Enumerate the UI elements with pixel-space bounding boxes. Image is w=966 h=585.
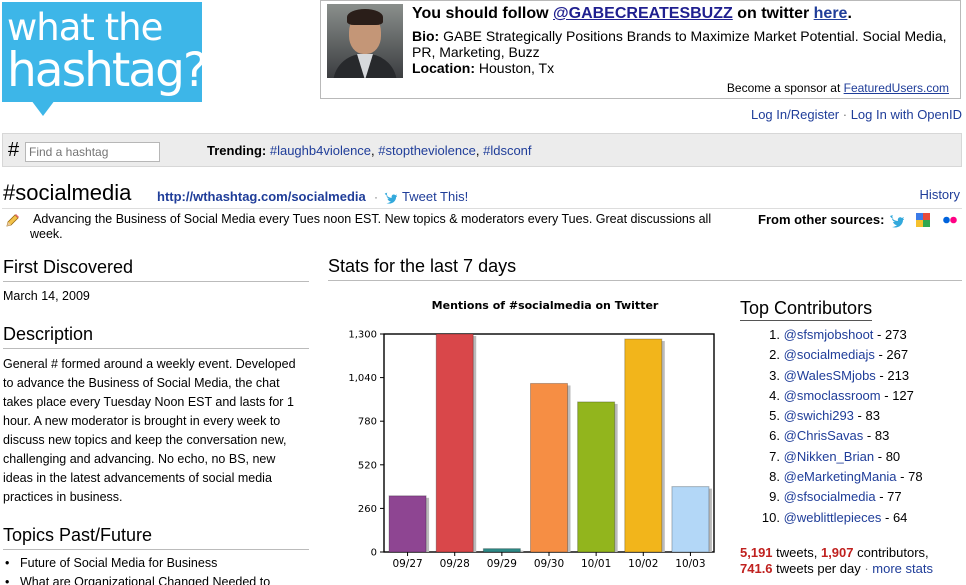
description-heading: Description	[3, 324, 309, 349]
auth-links: Log In/Register · Log In with OpenID	[750, 107, 962, 122]
list-item: 6. @ChrisSavas - 83	[769, 428, 890, 444]
top-contributors-heading: Top Contributors	[740, 298, 873, 321]
list-item: 2. @socialmediajs - 267	[769, 347, 909, 363]
contributor-link[interactable]: @smoclassroom	[784, 388, 881, 403]
total-contributors: 1,907	[820, 545, 854, 560]
y-tick-label: 780	[358, 417, 377, 428]
hashtag-short-description: Advancing the Business of Social Media e…	[30, 212, 712, 241]
trending-item[interactable]: #stoptheviolence	[378, 143, 476, 158]
sponsor-avatar[interactable]	[327, 4, 403, 78]
sponsor-here-link[interactable]: here	[814, 5, 848, 22]
contributor-link[interactable]: @sfsmjobshoot	[784, 327, 874, 342]
flickr-source-icon[interactable]	[942, 212, 958, 228]
x-tick-label: 10/02	[628, 558, 658, 570]
mentions-bar-chart: 0 260 520 780 1,040 1,300 09/27 09/28 09/29 09/30…	[348, 330, 715, 570]
site-logo[interactable]: what the hashtag?!	[2, 2, 225, 102]
logo-speech-tail	[31, 100, 55, 116]
y-tick-label: 1,040	[348, 373, 377, 384]
x-tick-label: 09/28	[440, 558, 470, 570]
openid-login-link[interactable]: Log In with OpenID	[851, 107, 962, 122]
contributor-link[interactable]: @Nikken_Brian	[784, 449, 875, 464]
y-tick-label: 1,300	[348, 330, 377, 341]
list-item: 9. @sfsocialmedia - 77	[769, 489, 902, 505]
bar	[435, 333, 474, 553]
list-item: 8. @eMarketingMania - 78	[769, 469, 923, 485]
contributor-link[interactable]: @weblittlepieces	[784, 510, 882, 525]
x-tick-label: 10/03	[675, 558, 705, 570]
sponsor-bio: Bio: GABE Strategically Positions Brands…	[412, 28, 947, 60]
chart-title: Mentions of #socialmedia on Twitter	[431, 299, 659, 312]
list-item: 3. @WalesSMjobs - 213	[769, 367, 910, 383]
y-tick-label: 260	[358, 504, 377, 515]
trending-item[interactable]: #laughb4violence	[270, 143, 371, 158]
topics-heading: Topics Past/Future	[3, 525, 309, 550]
total-tweets: 5,191	[740, 545, 773, 560]
pencil-edit-icon[interactable]	[4, 213, 20, 229]
hashtag-search-input[interactable]	[25, 142, 160, 162]
contributor-link[interactable]: @sfsocialmedia	[784, 489, 876, 504]
featured-users-link[interactable]: FeaturedUsers.com	[844, 81, 949, 95]
tweets-per-day: 741.6	[740, 561, 773, 576]
sponsor-handle-link[interactable]: @GABECREATESBUZZ	[553, 5, 733, 22]
logo-line-2: hashtag?!	[7, 43, 225, 98]
hash-icon: #	[8, 139, 20, 161]
login-register-link[interactable]: Log In/Register	[751, 107, 839, 122]
divider	[2, 208, 962, 209]
bar	[671, 486, 710, 553]
y-tick-label: 520	[358, 460, 377, 471]
contributor-link[interactable]: @ChrisSavas	[784, 428, 864, 443]
x-tick-label: 09/29	[487, 558, 517, 570]
topics-list: Future of Social Media for Business What…	[3, 554, 270, 585]
list-item: 4. @smoclassroom - 127	[769, 387, 914, 403]
twitter-source-icon[interactable]	[888, 212, 904, 228]
contributor-link[interactable]: @eMarketingMania	[784, 469, 897, 484]
trending-item[interactable]: #ldsconf	[483, 143, 531, 158]
bar	[530, 382, 568, 553]
top-contributors-list: 1. @sfsmjobshoot - 273 2. @socialmediajs…	[750, 325, 923, 528]
list-item: Future of Social Media for Business	[3, 554, 270, 573]
list-item: 7. @Nikken_Brian - 80	[769, 448, 901, 464]
first-discovered-heading: First Discovered	[3, 257, 309, 282]
x-tick-label: 10/01	[581, 558, 611, 570]
list-item: 1. @sfsmjobshoot - 273	[769, 327, 907, 342]
more-stats-link[interactable]: more stats	[872, 561, 933, 576]
bar	[624, 338, 663, 553]
description-text: General # formed around a weekly event. …	[3, 357, 296, 504]
y-tick-label: 0	[371, 548, 377, 559]
trending-list: Trending: #laughb4violence, #stoptheviol…	[207, 143, 532, 158]
x-tick-label: 09/27	[392, 558, 422, 570]
contributor-link[interactable]: @socialmediajs	[784, 347, 875, 362]
logo-line-1: what the	[7, 6, 163, 49]
bar	[577, 401, 616, 553]
tweet-this-link[interactable]: Tweet This!	[402, 189, 468, 204]
stats-summary: 5,191 tweets, 1,907 contributors, 741.6 …	[740, 545, 933, 576]
sponsor-location: Location: Houston, Tx	[412, 60, 555, 76]
list-item: 10. @weblittlepieces - 64	[761, 509, 908, 525]
bar	[388, 495, 427, 553]
list-item: What are Organizational Changed Needed t…	[3, 573, 270, 585]
stats-heading: Stats for the last 7 days	[328, 256, 962, 281]
first-discovered-date: March 14, 2009	[3, 289, 90, 303]
sponsor-headline: You should follow @GABECREATESBUZZ on tw…	[412, 5, 852, 22]
twitter-bird-icon[interactable]	[383, 190, 397, 204]
contributor-link[interactable]: @swichi293	[784, 408, 854, 423]
other-sources-label: From other sources:	[758, 212, 885, 227]
search-bar: # Trending: #laughb4violence, #stopthevi…	[2, 133, 962, 167]
bar	[482, 548, 521, 553]
separator: ·	[374, 190, 378, 204]
sponsor-box: You should follow @GABECREATESBUZZ on tw…	[320, 0, 961, 99]
hashtag-permalink[interactable]: http://wthashtag.com/socialmedia	[157, 189, 366, 204]
hashtag-title: #socialmedia	[3, 180, 132, 205]
google-source-icon[interactable]	[915, 212, 931, 228]
sponsor-footer: Become a sponsor at FeaturedUsers.com	[726, 81, 949, 95]
list-item: 5. @swichi293 - 83	[769, 408, 880, 424]
x-tick-label: 09/30	[534, 558, 564, 570]
contributor-link[interactable]: @WalesSMjobs	[784, 368, 876, 383]
history-link[interactable]: History	[920, 187, 960, 202]
